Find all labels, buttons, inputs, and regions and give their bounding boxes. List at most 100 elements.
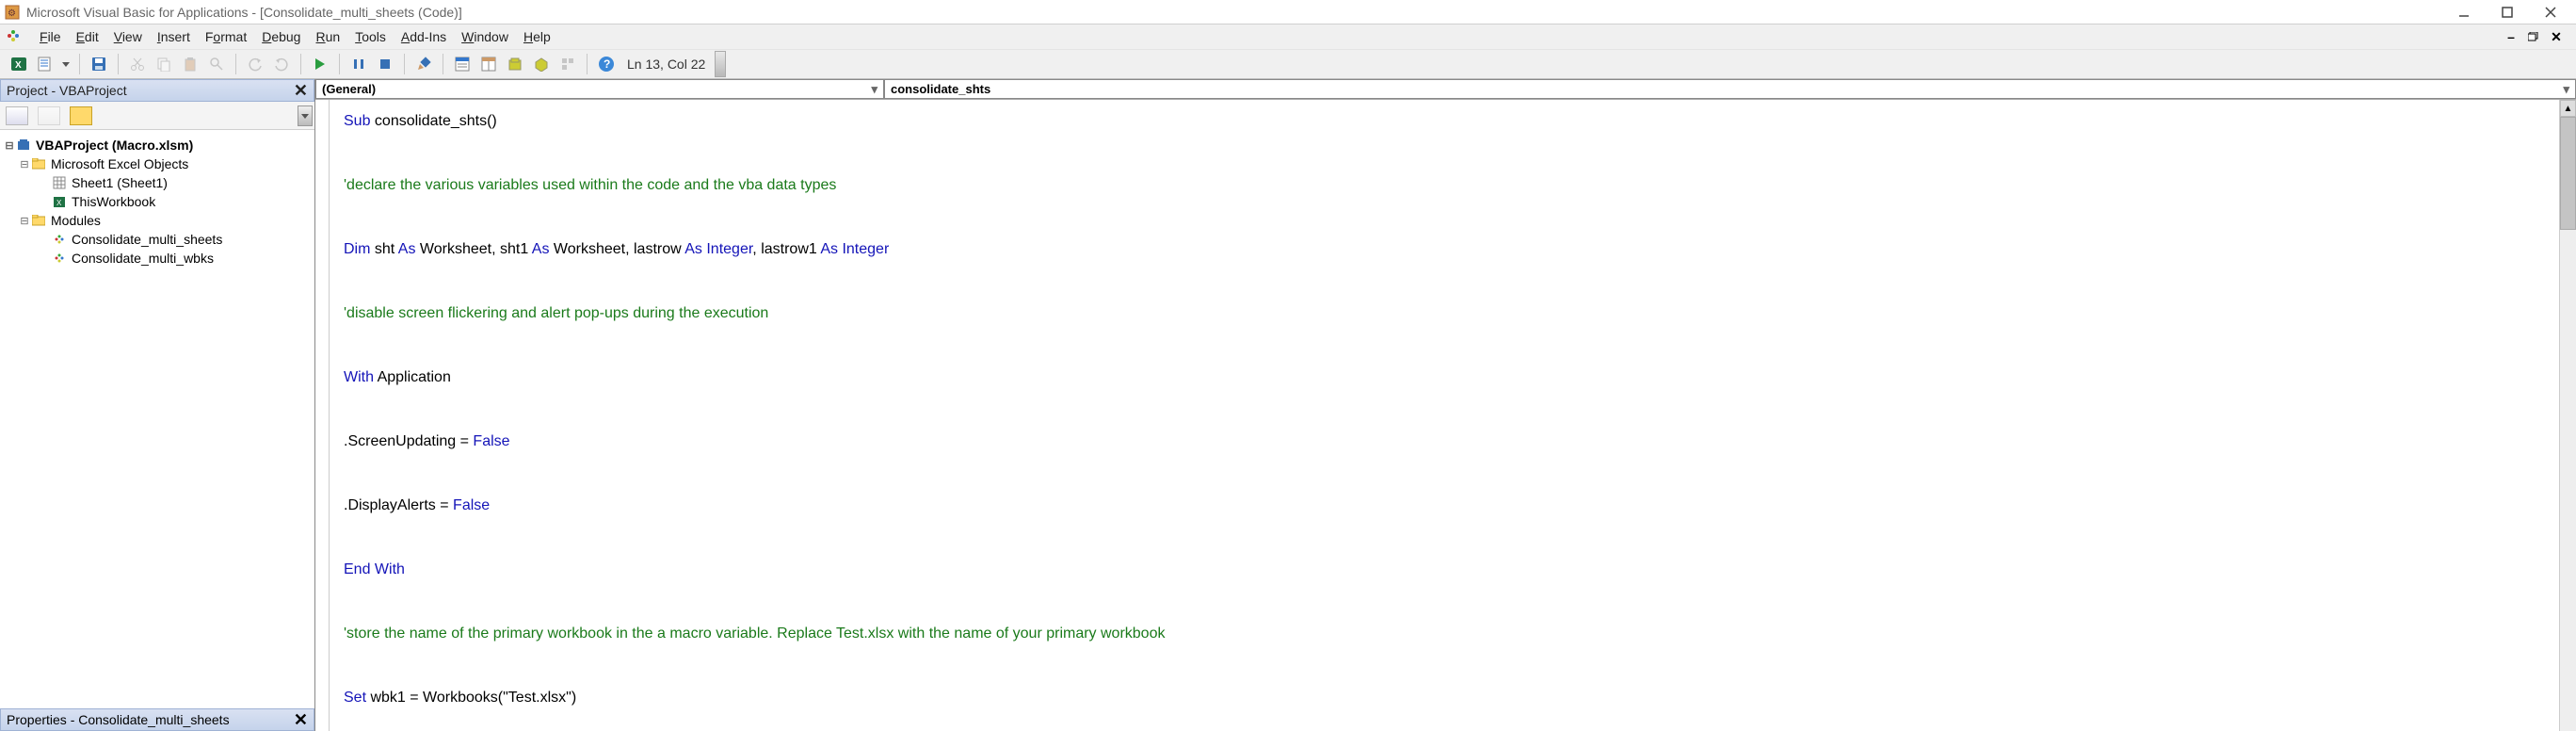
- design-mode-button[interactable]: [412, 53, 435, 75]
- module2-label: Consolidate_multi_wbks: [72, 251, 214, 266]
- left-dock: Project - VBAProject ✕ ⊟ VBAProject (Mac…: [0, 79, 315, 731]
- close-button[interactable]: [2529, 0, 2572, 24]
- menu-help[interactable]: Help: [516, 27, 558, 46]
- cursor-position-status: Ln 13, Col 22: [627, 57, 705, 72]
- module-icon: [51, 232, 68, 247]
- code-editor[interactable]: Sub consolidate_shts() 'declare the vari…: [315, 100, 2576, 731]
- sheet1-label: Sheet1 (Sheet1): [72, 175, 168, 190]
- window-title: Microsoft Visual Basic for Applications …: [26, 5, 2442, 20]
- vba-app-icon: ⚙: [4, 4, 21, 21]
- copy-button[interactable]: [153, 53, 175, 75]
- modules-label: Modules: [51, 213, 101, 228]
- insert-module-button[interactable]: [34, 53, 56, 75]
- svg-text:X: X: [56, 199, 62, 207]
- procedure-dropdown[interactable]: consolidate_shts ▾: [884, 79, 2576, 99]
- project-panel-title: Project - VBAProject: [7, 83, 127, 98]
- svg-text:X: X: [15, 60, 22, 71]
- mdi-controls: – ✕: [2503, 30, 2570, 43]
- chevron-down-icon: ▾: [871, 82, 877, 97]
- toolbar-handle[interactable]: [715, 51, 726, 77]
- tree-root-label: VBAProject (Macro.xlsm): [36, 138, 193, 153]
- menu-add-ins[interactable]: Add-Ins: [394, 27, 454, 46]
- module-icon: [51, 251, 68, 266]
- find-button[interactable]: [205, 53, 228, 75]
- properties-panel-header: Properties - Consolidate_multi_sheets ✕: [0, 708, 314, 731]
- save-button[interactable]: [88, 53, 110, 75]
- folder-icon: [30, 213, 47, 228]
- excel-objects-label: Microsoft Excel Objects: [51, 156, 188, 171]
- svg-text:⚙: ⚙: [8, 8, 16, 19]
- project-icon: [15, 138, 32, 153]
- window-controls: [2442, 0, 2572, 24]
- insert-dropdown-icon[interactable]: [60, 53, 72, 75]
- mdi-minimize-button[interactable]: –: [2503, 30, 2520, 43]
- cut-button[interactable]: [126, 53, 149, 75]
- procedure-dropdown-value: consolidate_shts: [891, 82, 990, 96]
- mdi-close-button[interactable]: ✕: [2548, 30, 2565, 43]
- properties-panel-close-icon[interactable]: ✕: [294, 710, 308, 730]
- chevron-down-icon: ▾: [2563, 82, 2569, 97]
- undo-button[interactable]: [244, 53, 266, 75]
- code-content[interactable]: Sub consolidate_shts() 'declare the vari…: [344, 106, 2576, 714]
- run-button[interactable]: [309, 53, 331, 75]
- tree-module-consolidate-wbks[interactable]: Consolidate_multi_wbks: [4, 249, 311, 268]
- project-toolbar-dropdown-icon[interactable]: [298, 106, 313, 126]
- paste-button[interactable]: [179, 53, 201, 75]
- svg-text:?: ?: [604, 57, 610, 71]
- menu-run[interactable]: Run: [308, 27, 347, 46]
- object-dropdown-value: (General): [322, 82, 376, 96]
- menu-file[interactable]: File: [32, 27, 69, 46]
- redo-button[interactable]: [270, 53, 293, 75]
- menu-view[interactable]: View: [106, 27, 150, 46]
- scroll-up-arrow-icon[interactable]: ▲: [2560, 100, 2576, 117]
- menu-window[interactable]: Window: [454, 27, 516, 46]
- workspace: Project - VBAProject ✕ ⊟ VBAProject (Mac…: [0, 79, 2576, 731]
- vba-menu-icon: [6, 28, 23, 45]
- tab-order-button[interactable]: [556, 53, 579, 75]
- minimize-button[interactable]: [2442, 0, 2486, 24]
- tree-modules-folder[interactable]: ⊟ Modules: [4, 211, 311, 230]
- help-button[interactable]: ?: [595, 53, 618, 75]
- properties-window-button[interactable]: [477, 53, 500, 75]
- reset-button[interactable]: [374, 53, 396, 75]
- menu-debug[interactable]: Debug: [254, 27, 308, 46]
- maximize-button[interactable]: [2486, 0, 2529, 24]
- code-pane: (General) ▾ consolidate_shts ▾ Sub conso…: [315, 79, 2576, 731]
- project-tree[interactable]: ⊟ VBAProject (Macro.xlsm) ⊟ Microsoft Ex…: [0, 130, 314, 708]
- break-button[interactable]: [347, 53, 370, 75]
- tree-sheet1[interactable]: Sheet1 (Sheet1): [4, 173, 311, 192]
- toolbox-button[interactable]: [530, 53, 553, 75]
- tree-excel-objects-folder[interactable]: ⊟ Microsoft Excel Objects: [4, 154, 311, 173]
- titlebar: ⚙ Microsoft Visual Basic for Application…: [0, 0, 2576, 24]
- menu-items-container: FileEditViewInsertFormatDebugRunToolsAdd…: [32, 29, 558, 44]
- object-browser-button[interactable]: [504, 53, 526, 75]
- object-dropdown[interactable]: (General) ▾: [315, 79, 884, 99]
- tree-module-consolidate-sheets[interactable]: Consolidate_multi_sheets: [4, 230, 311, 249]
- folder-icon: [30, 156, 47, 171]
- standard-toolbar: X ? Ln 13, Col 22: [0, 49, 2576, 79]
- tree-thisworkbook[interactable]: X ThisWorkbook: [4, 192, 311, 211]
- project-toolbar: [0, 102, 314, 130]
- code-dropdowns: (General) ▾ consolidate_shts ▾: [315, 79, 2576, 100]
- scroll-thumb[interactable]: [2560, 117, 2576, 230]
- toggle-folders-button[interactable]: [70, 106, 92, 125]
- worksheet-icon: [51, 175, 68, 190]
- vertical-scrollbar[interactable]: ▲: [2559, 100, 2576, 731]
- menu-insert[interactable]: Insert: [150, 27, 198, 46]
- menubar: FileEditViewInsertFormatDebugRunToolsAdd…: [0, 24, 2576, 49]
- menu-tools[interactable]: Tools: [347, 27, 394, 46]
- project-panel-header: Project - VBAProject ✕: [0, 79, 314, 102]
- view-object-button[interactable]: [38, 106, 60, 125]
- tree-project-root[interactable]: ⊟ VBAProject (Macro.xlsm): [4, 136, 311, 154]
- workbook-icon: X: [51, 194, 68, 209]
- menu-edit[interactable]: Edit: [69, 27, 106, 46]
- project-panel-close-icon[interactable]: ✕: [294, 81, 308, 101]
- menu-format[interactable]: Format: [198, 27, 254, 46]
- project-explorer-button[interactable]: [451, 53, 474, 75]
- margin-indicator-bar: [329, 100, 330, 731]
- mdi-restore-button[interactable]: [2525, 30, 2542, 43]
- thisworkbook-label: ThisWorkbook: [72, 194, 155, 209]
- view-excel-button[interactable]: X: [8, 53, 30, 75]
- properties-panel-title: Properties - Consolidate_multi_sheets: [7, 712, 230, 727]
- view-code-button[interactable]: [6, 106, 28, 125]
